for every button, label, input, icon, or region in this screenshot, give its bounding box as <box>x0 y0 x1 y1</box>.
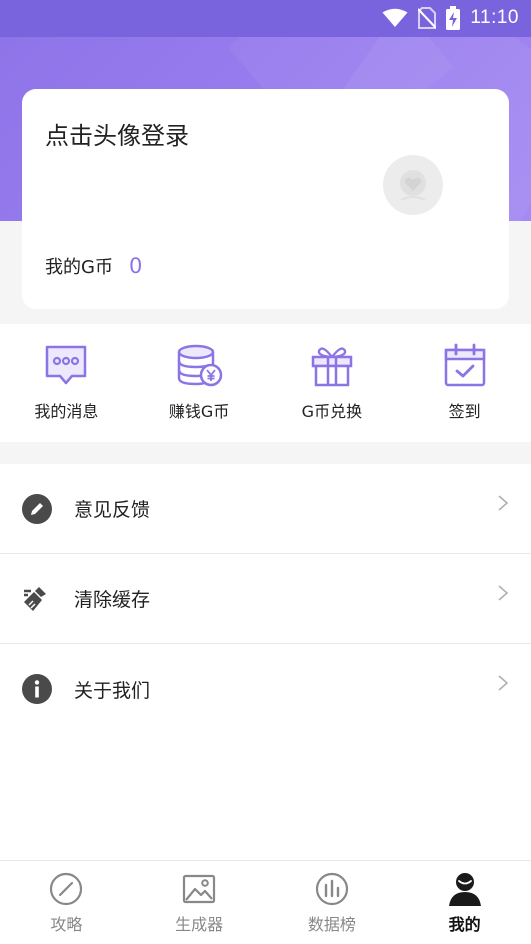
avatar-placeholder-icon <box>400 170 426 201</box>
quick-menu: 我的消息 赚钱G币 G币兑换 签到 <box>0 324 531 442</box>
no-sim-icon <box>418 7 437 29</box>
chevron-right-icon <box>498 495 509 511</box>
setting-clear-cache[interactable]: 清除缓存 <box>0 554 531 644</box>
bottom-tab-bar: 攻略 生成器 数据榜 我的 <box>0 860 531 944</box>
quick-label-earn-coins: 赚钱G币 <box>168 402 230 421</box>
quick-item-earn-coins[interactable]: 赚钱G币 <box>133 324 266 442</box>
message-icon <box>46 345 87 385</box>
calendar-check-icon <box>444 343 485 387</box>
tab-label-guide: 攻略 <box>50 915 83 934</box>
tab-label-mine: 我的 <box>448 915 481 934</box>
quick-label-coin-exchange: G币兑换 <box>301 402 363 421</box>
setting-about-us[interactable]: 关于我们 <box>0 644 531 734</box>
status-bar: 11:10 <box>0 0 531 37</box>
battery-charging-icon <box>446 6 461 30</box>
coin-stack-icon <box>177 344 223 387</box>
status-time: 11:10 <box>470 7 519 28</box>
status-icons: 11:10 <box>382 6 519 30</box>
setting-label-feedback: 意见反馈 <box>74 499 151 521</box>
chevron-right-icon <box>498 675 509 691</box>
tab-mine[interactable]: 我的 <box>398 861 531 944</box>
quick-label-messages: 我的消息 <box>34 402 99 421</box>
setting-label-clear-cache: 清除缓存 <box>74 589 151 611</box>
quick-item-coin-exchange[interactable]: G币兑换 <box>266 324 399 442</box>
tab-generator[interactable]: 生成器 <box>133 861 266 944</box>
pencil-icon <box>21 493 53 525</box>
avatar[interactable] <box>383 155 443 215</box>
quick-item-check-in[interactable]: 签到 <box>398 324 531 442</box>
info-icon <box>21 673 53 705</box>
settings-list: 意见反馈 清除缓存 关于我们 <box>0 464 531 734</box>
quick-label-check-in: 签到 <box>448 402 481 421</box>
content-blank-area <box>0 734 531 860</box>
tab-guide[interactable]: 攻略 <box>0 861 133 944</box>
wifi-icon <box>382 8 408 27</box>
coin-label: 我的G币 <box>45 257 113 278</box>
tab-label-generator: 生成器 <box>175 915 224 934</box>
profile-card: 点击头像登录 我的G币 0 <box>22 89 509 309</box>
bar-chart-icon <box>315 872 348 906</box>
image-icon <box>183 874 216 904</box>
quick-item-messages[interactable]: 我的消息 <box>0 324 133 442</box>
tab-label-data-ranking: 数据榜 <box>307 915 356 934</box>
broom-icon <box>21 583 53 615</box>
coin-row: 我的G币 0 <box>45 253 142 279</box>
gift-icon <box>311 347 353 387</box>
login-prompt[interactable]: 点击头像登录 <box>45 116 189 151</box>
tab-data-ranking[interactable]: 数据榜 <box>266 861 399 944</box>
coin-value: 0 <box>128 254 143 278</box>
user-icon <box>448 873 481 906</box>
compass-icon <box>50 872 83 906</box>
setting-feedback[interactable]: 意见反馈 <box>0 464 531 554</box>
chevron-right-icon <box>498 585 509 601</box>
setting-label-about-us: 关于我们 <box>74 679 151 702</box>
